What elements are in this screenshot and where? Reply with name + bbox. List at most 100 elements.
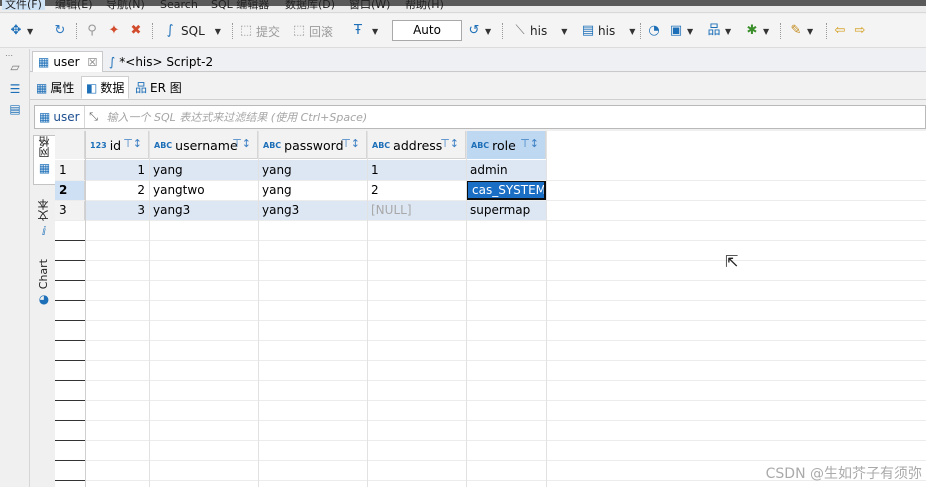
menu-navigate[interactable]: 导航(N) <box>103 0 148 10</box>
filter-bar: ▦ user ⤡ <box>34 105 926 129</box>
grid-line <box>55 400 926 401</box>
new-connection-button[interactable]: ✥ ▼ <box>8 20 34 42</box>
row-marker <box>55 400 85 401</box>
chevron-down-icon: ▼ <box>214 26 221 36</box>
tab-grid-view[interactable]: 网格 ▦ <box>33 135 55 185</box>
filter-sort-icon[interactable]: ⊤↕ <box>341 137 360 150</box>
grid-line <box>55 340 926 341</box>
chevron-down-icon: ▼ <box>807 26 814 36</box>
column-header-password[interactable]: ABC password ⊤↕ <box>258 131 367 159</box>
connect-button[interactable]: ↻ <box>52 20 68 42</box>
menu-window[interactable]: 窗口(W) <box>346 0 393 10</box>
expand-icon[interactable]: ⤡ <box>85 110 103 124</box>
menu-database[interactable]: 数据库(D) <box>282 0 338 10</box>
forward-button[interactable]: ⇨ <box>852 20 868 42</box>
cell-address-null[interactable]: [NULL] <box>367 200 466 220</box>
column-header-role[interactable]: ABC role ⊤↕ <box>466 131 546 159</box>
row-marker <box>55 440 85 441</box>
cell-username[interactable]: yang <box>149 160 258 180</box>
tab-er-diagram[interactable]: 品 ER 图 <box>131 76 186 99</box>
debug-button[interactable]: ✱ ▼ <box>744 20 770 42</box>
transaction-mode-field[interactable]: Auto <box>392 20 462 41</box>
rollback-label: 回滚 <box>309 24 334 39</box>
cell-id[interactable]: 3 <box>85 200 149 220</box>
database-his-selector[interactable]: ▤ his ▼ <box>580 20 636 42</box>
invalidate-button[interactable]: ✦ <box>106 20 122 42</box>
chevron-down-icon: ▼ <box>485 26 492 36</box>
pin-icon[interactable]: ▱ <box>7 59 23 75</box>
dashboard-button[interactable]: ◔ <box>646 20 662 42</box>
commit-button[interactable]: ⬚ 提交 <box>238 20 280 42</box>
forward-arrow-icon: ⇨ <box>854 23 866 38</box>
sql-template-button[interactable]: ▣ ▼ <box>668 20 693 42</box>
chevron-down-icon: ▼ <box>725 26 732 36</box>
toolbar-separator <box>826 23 827 39</box>
cell-id[interactable]: 1 <box>85 160 149 180</box>
row-number[interactable]: 2 <box>55 180 85 200</box>
history-icon: ↺ <box>468 23 480 38</box>
filter-sort-icon[interactable]: ⊤↕ <box>232 137 251 150</box>
database-navigator-icon[interactable]: ☰ <box>7 81 23 97</box>
network-button[interactable]: 品 ▼ <box>706 20 731 42</box>
grid-line <box>466 131 467 487</box>
data-grid-icon: ◧ <box>86 80 98 95</box>
cancel-button[interactable]: ✖ <box>128 20 144 42</box>
filter-sort-icon[interactable]: ⊤↕ <box>123 137 142 150</box>
menu-edit[interactable]: 编辑(E) <box>52 0 96 10</box>
table-name-label: user <box>53 110 80 124</box>
row-number[interactable]: 1 <box>55 160 85 180</box>
history-button[interactable]: ↺ ▼ <box>466 20 492 42</box>
cell-username[interactable]: yang3 <box>149 200 258 220</box>
rollback-icon: ⬚ <box>292 23 306 38</box>
tab-chart-view[interactable]: Chart ◕ <box>33 259 55 309</box>
cell-address[interactable]: 1 <box>367 160 466 180</box>
row-number[interactable]: 3 <box>55 200 85 220</box>
column-header-address[interactable]: ABC address ⊤↕ <box>367 131 466 159</box>
grid-line <box>55 180 926 181</box>
tab-script-2[interactable]: ∫ *<his> Script-2 <box>104 51 218 72</box>
row-marker <box>55 340 85 341</box>
filter-sort-icon[interactable]: ⊤↕ <box>440 137 459 150</box>
tab-data[interactable]: ◧ 数据 <box>81 76 130 99</box>
menu-sql-editor[interactable]: SQL 编辑器 <box>208 0 272 10</box>
menu-file[interactable]: 文件(F) <box>2 0 45 10</box>
pin-button[interactable]: ✎ ▼ <box>788 20 814 42</box>
tab-label: user <box>53 55 80 69</box>
cell-password[interactable]: yang3 <box>258 200 367 220</box>
back-arrow-icon: ⇦ <box>834 23 846 38</box>
cell-role[interactable]: admin <box>466 160 546 180</box>
tab-text-view[interactable]: 文本 ⅈ <box>33 199 55 249</box>
filter-table-name[interactable]: ▦ user <box>35 106 85 128</box>
rollback-button[interactable]: ⬚ 回滚 <box>291 20 333 42</box>
menu-help[interactable]: 帮助(H) <box>402 0 447 10</box>
sql-editor-button[interactable]: ∫ SQL ▼ <box>162 20 221 42</box>
cell-role-selected[interactable]: cas_SYSTEM <box>466 180 546 200</box>
cell-username[interactable]: yangtwo <box>149 180 258 200</box>
back-button[interactable]: ⇦ <box>832 20 848 42</box>
filter-input[interactable] <box>102 107 925 127</box>
cell-role[interactable]: supermap <box>466 200 546 220</box>
tab-user[interactable]: ▦ user ☒ <box>32 51 104 72</box>
filter-sort-icon[interactable]: ⊤↕ <box>520 137 539 150</box>
schema-his-selector[interactable]: ⟍ his ▼ <box>512 20 567 42</box>
sql-template-icon: ▣ <box>669 23 683 38</box>
disconnect-button[interactable]: ⚲ <box>84 20 100 42</box>
chevron-down-icon: ▼ <box>561 26 568 36</box>
table-icon: ▦ <box>39 110 51 124</box>
row-marker <box>55 420 85 421</box>
tab-properties[interactable]: ▦ 属性 <box>32 76 78 99</box>
cell-id[interactable]: 2 <box>85 180 149 200</box>
close-icon[interactable]: ☒ <box>88 56 98 69</box>
column-header-id[interactable]: 123 id ⊤↕ <box>85 131 149 159</box>
grid-line <box>367 131 368 487</box>
cell-address[interactable]: 2 <box>367 180 466 200</box>
column-header-username[interactable]: ABC username ⊤↕ <box>149 131 258 159</box>
cell-password[interactable]: yang <box>258 180 367 200</box>
cell-password[interactable]: yang <box>258 160 367 180</box>
object-sub-tabs: ▦ 属性 ◧ 数据 品 ER 图 <box>30 73 926 100</box>
menu-search[interactable]: Search <box>157 0 201 10</box>
toolbar-separator <box>152 23 153 39</box>
project-icon[interactable]: ▤ <box>7 101 23 117</box>
tab-label: 数据 <box>100 81 125 95</box>
transaction-mode-button[interactable]: Ŧ ▼ <box>350 20 378 42</box>
